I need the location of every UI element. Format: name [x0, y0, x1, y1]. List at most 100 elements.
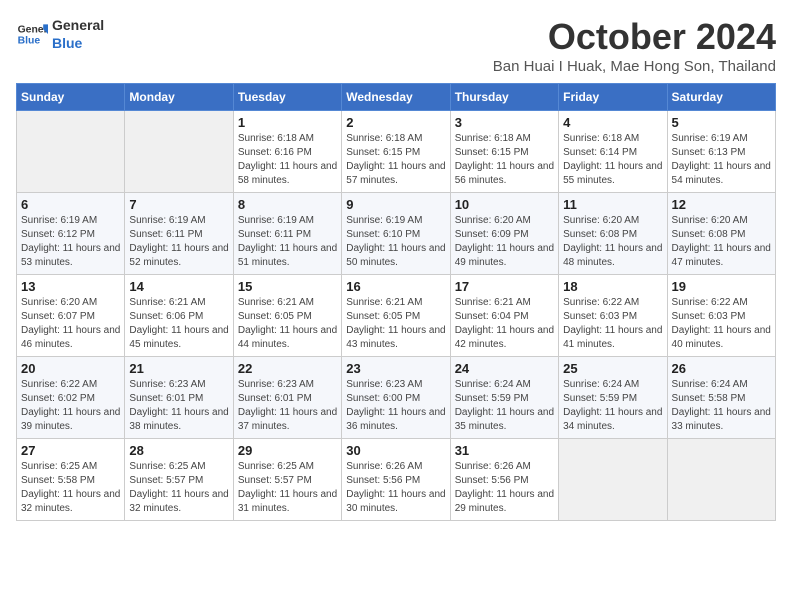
day-info: Sunrise: 6:25 AM Sunset: 5:57 PM Dayligh…	[238, 460, 337, 516]
day-number: 18	[563, 279, 662, 294]
weekday-header: Friday	[559, 84, 667, 111]
day-info: Sunrise: 6:21 AM Sunset: 6:05 PM Dayligh…	[346, 296, 445, 352]
day-info: Sunrise: 6:22 AM Sunset: 6:03 PM Dayligh…	[672, 296, 771, 352]
calendar-week-row: 13 Sunrise: 6:20 AM Sunset: 6:07 PM Dayli…	[17, 275, 776, 357]
calendar-cell: 7 Sunrise: 6:19 AM Sunset: 6:11 PM Daylig…	[125, 193, 233, 275]
day-info: Sunrise: 6:26 AM Sunset: 5:56 PM Dayligh…	[455, 460, 554, 516]
calendar-table: SundayMondayTuesdayWednesdayThursdayFrid…	[16, 83, 776, 521]
day-number: 3	[455, 115, 554, 130]
calendar-cell	[17, 111, 125, 193]
day-info: Sunrise: 6:21 AM Sunset: 6:04 PM Dayligh…	[455, 296, 554, 352]
calendar-cell: 1Sunrise: 6:18 AM Sunset: 6:16 PM Daylig…	[233, 111, 341, 193]
calendar-cell: 4 Sunrise: 6:18 AM Sunset: 6:14 PM Daylig…	[559, 111, 667, 193]
calendar-cell: 23Sunrise: 6:23 AM Sunset: 6:00 PM Dayli…	[342, 357, 450, 439]
day-info: Sunrise: 6:25 AM Sunset: 5:58 PM Dayligh…	[21, 460, 120, 516]
day-info: Sunrise: 6:18 AM Sunset: 6:15 PM Dayligh…	[346, 132, 445, 188]
day-info: Sunrise: 6:20 AM Sunset: 6:08 PM Dayligh…	[672, 214, 771, 270]
weekday-header: Wednesday	[342, 84, 450, 111]
calendar-week-row: 1Sunrise: 6:18 AM Sunset: 6:16 PM Daylig…	[17, 111, 776, 193]
svg-text:Blue: Blue	[18, 36, 41, 47]
day-info: Sunrise: 6:23 AM Sunset: 6:01 PM Dayligh…	[129, 378, 228, 434]
calendar-cell: 20 Sunrise: 6:22 AM Sunset: 6:02 PM Dayli…	[17, 357, 125, 439]
day-number: 17	[455, 279, 554, 294]
calendar-cell: 21 Sunrise: 6:23 AM Sunset: 6:01 PM Dayli…	[125, 357, 233, 439]
day-info: Sunrise: 6:22 AM Sunset: 6:02 PM Dayligh…	[21, 378, 120, 434]
day-info: Sunrise: 6:19 AM Sunset: 6:11 PM Dayligh…	[129, 214, 228, 270]
day-info: Sunrise: 6:23 AM Sunset: 6:00 PM Dayligh…	[346, 378, 445, 434]
day-number: 5	[672, 115, 771, 130]
day-number: 24	[455, 361, 554, 376]
calendar-cell: 15Sunrise: 6:21 AM Sunset: 6:05 PM Dayli…	[233, 275, 341, 357]
calendar-cell: 19 Sunrise: 6:22 AM Sunset: 6:03 PM Dayli…	[667, 275, 775, 357]
calendar-header-row: SundayMondayTuesdayWednesdayThursdayFrid…	[17, 84, 776, 111]
day-info: Sunrise: 6:19 AM Sunset: 6:10 PM Dayligh…	[346, 214, 445, 270]
calendar-cell	[667, 439, 775, 521]
day-info: Sunrise: 6:21 AM Sunset: 6:06 PM Dayligh…	[129, 296, 228, 352]
calendar-cell: 30Sunrise: 6:26 AM Sunset: 5:56 PM Dayli…	[342, 439, 450, 521]
calendar-week-row: 6Sunrise: 6:19 AM Sunset: 6:12 PM Daylig…	[17, 193, 776, 275]
month-title: October 2024	[493, 16, 776, 58]
calendar-cell: 16 Sunrise: 6:21 AM Sunset: 6:05 PM Dayli…	[342, 275, 450, 357]
day-number: 11	[563, 197, 662, 212]
weekday-header: Saturday	[667, 84, 775, 111]
calendar-cell: 25Sunrise: 6:24 AM Sunset: 5:59 PM Dayli…	[559, 357, 667, 439]
day-number: 19	[672, 279, 771, 294]
calendar-cell	[559, 439, 667, 521]
day-info: Sunrise: 6:18 AM Sunset: 6:14 PM Dayligh…	[563, 132, 662, 188]
calendar-cell: 31Sunrise: 6:26 AM Sunset: 5:56 PM Dayli…	[450, 439, 558, 521]
day-number: 15	[238, 279, 337, 294]
calendar-cell: 3 Sunrise: 6:18 AM Sunset: 6:15 PM Daylig…	[450, 111, 558, 193]
day-number: 30	[346, 443, 445, 458]
calendar-cell: 9 Sunrise: 6:19 AM Sunset: 6:10 PM Daylig…	[342, 193, 450, 275]
title-block: October 2024 Ban Huai I Huak, Mae Hong S…	[493, 16, 776, 75]
day-number: 16	[346, 279, 445, 294]
calendar-cell: 2 Sunrise: 6:18 AM Sunset: 6:15 PM Daylig…	[342, 111, 450, 193]
day-info: Sunrise: 6:19 AM Sunset: 6:12 PM Dayligh…	[21, 214, 120, 270]
logo-text: GeneralBlue	[52, 16, 104, 52]
calendar-cell: 14 Sunrise: 6:21 AM Sunset: 6:06 PM Dayli…	[125, 275, 233, 357]
day-info: Sunrise: 6:22 AM Sunset: 6:03 PM Dayligh…	[563, 296, 662, 352]
day-info: Sunrise: 6:24 AM Sunset: 5:59 PM Dayligh…	[563, 378, 662, 434]
day-number: 2	[346, 115, 445, 130]
weekday-header: Thursday	[450, 84, 558, 111]
calendar-cell: 18 Sunrise: 6:22 AM Sunset: 6:03 PM Dayli…	[559, 275, 667, 357]
day-info: Sunrise: 6:20 AM Sunset: 6:08 PM Dayligh…	[563, 214, 662, 270]
day-number: 28	[129, 443, 228, 458]
calendar-cell: 24 Sunrise: 6:24 AM Sunset: 5:59 PM Dayli…	[450, 357, 558, 439]
calendar-cell: 17 Sunrise: 6:21 AM Sunset: 6:04 PM Dayli…	[450, 275, 558, 357]
weekday-header: Monday	[125, 84, 233, 111]
calendar-cell: 12Sunrise: 6:20 AM Sunset: 6:08 PM Dayli…	[667, 193, 775, 275]
calendar-cell: 10Sunrise: 6:20 AM Sunset: 6:09 PM Dayli…	[450, 193, 558, 275]
day-info: Sunrise: 6:19 AM Sunset: 6:11 PM Dayligh…	[238, 214, 337, 270]
day-info: Sunrise: 6:20 AM Sunset: 6:07 PM Dayligh…	[21, 296, 120, 352]
day-number: 4	[563, 115, 662, 130]
calendar-cell: 22 Sunrise: 6:23 AM Sunset: 6:01 PM Dayli…	[233, 357, 341, 439]
calendar-cell: 26 Sunrise: 6:24 AM Sunset: 5:58 PM Dayli…	[667, 357, 775, 439]
day-number: 21	[129, 361, 228, 376]
day-number: 22	[238, 361, 337, 376]
day-number: 20	[21, 361, 120, 376]
day-info: Sunrise: 6:23 AM Sunset: 6:01 PM Dayligh…	[238, 378, 337, 434]
calendar-cell: 28 Sunrise: 6:25 AM Sunset: 5:57 PM Dayli…	[125, 439, 233, 521]
day-number: 9	[346, 197, 445, 212]
day-info: Sunrise: 6:24 AM Sunset: 5:59 PM Dayligh…	[455, 378, 554, 434]
calendar-cell: 6Sunrise: 6:19 AM Sunset: 6:12 PM Daylig…	[17, 193, 125, 275]
calendar-cell: 13 Sunrise: 6:20 AM Sunset: 6:07 PM Dayli…	[17, 275, 125, 357]
day-info: Sunrise: 6:18 AM Sunset: 6:16 PM Dayligh…	[238, 132, 337, 188]
day-number: 26	[672, 361, 771, 376]
calendar-cell: 8 Sunrise: 6:19 AM Sunset: 6:11 PM Daylig…	[233, 193, 341, 275]
calendar-cell: 29Sunrise: 6:25 AM Sunset: 5:57 PM Dayli…	[233, 439, 341, 521]
day-info: Sunrise: 6:24 AM Sunset: 5:58 PM Dayligh…	[672, 378, 771, 434]
day-number: 7	[129, 197, 228, 212]
calendar-cell	[125, 111, 233, 193]
logo-icon: General Blue	[16, 18, 48, 50]
day-number: 10	[455, 197, 554, 212]
day-number: 13	[21, 279, 120, 294]
page-header: General Blue GeneralBlue October 2024 Ba…	[16, 16, 776, 75]
day-number: 8	[238, 197, 337, 212]
calendar-cell: 11 Sunrise: 6:20 AM Sunset: 6:08 PM Dayli…	[559, 193, 667, 275]
day-number: 14	[129, 279, 228, 294]
day-info: Sunrise: 6:25 AM Sunset: 5:57 PM Dayligh…	[129, 460, 228, 516]
location: Ban Huai I Huak, Mae Hong Son, Thailand	[493, 58, 776, 75]
day-info: Sunrise: 6:18 AM Sunset: 6:15 PM Dayligh…	[455, 132, 554, 188]
